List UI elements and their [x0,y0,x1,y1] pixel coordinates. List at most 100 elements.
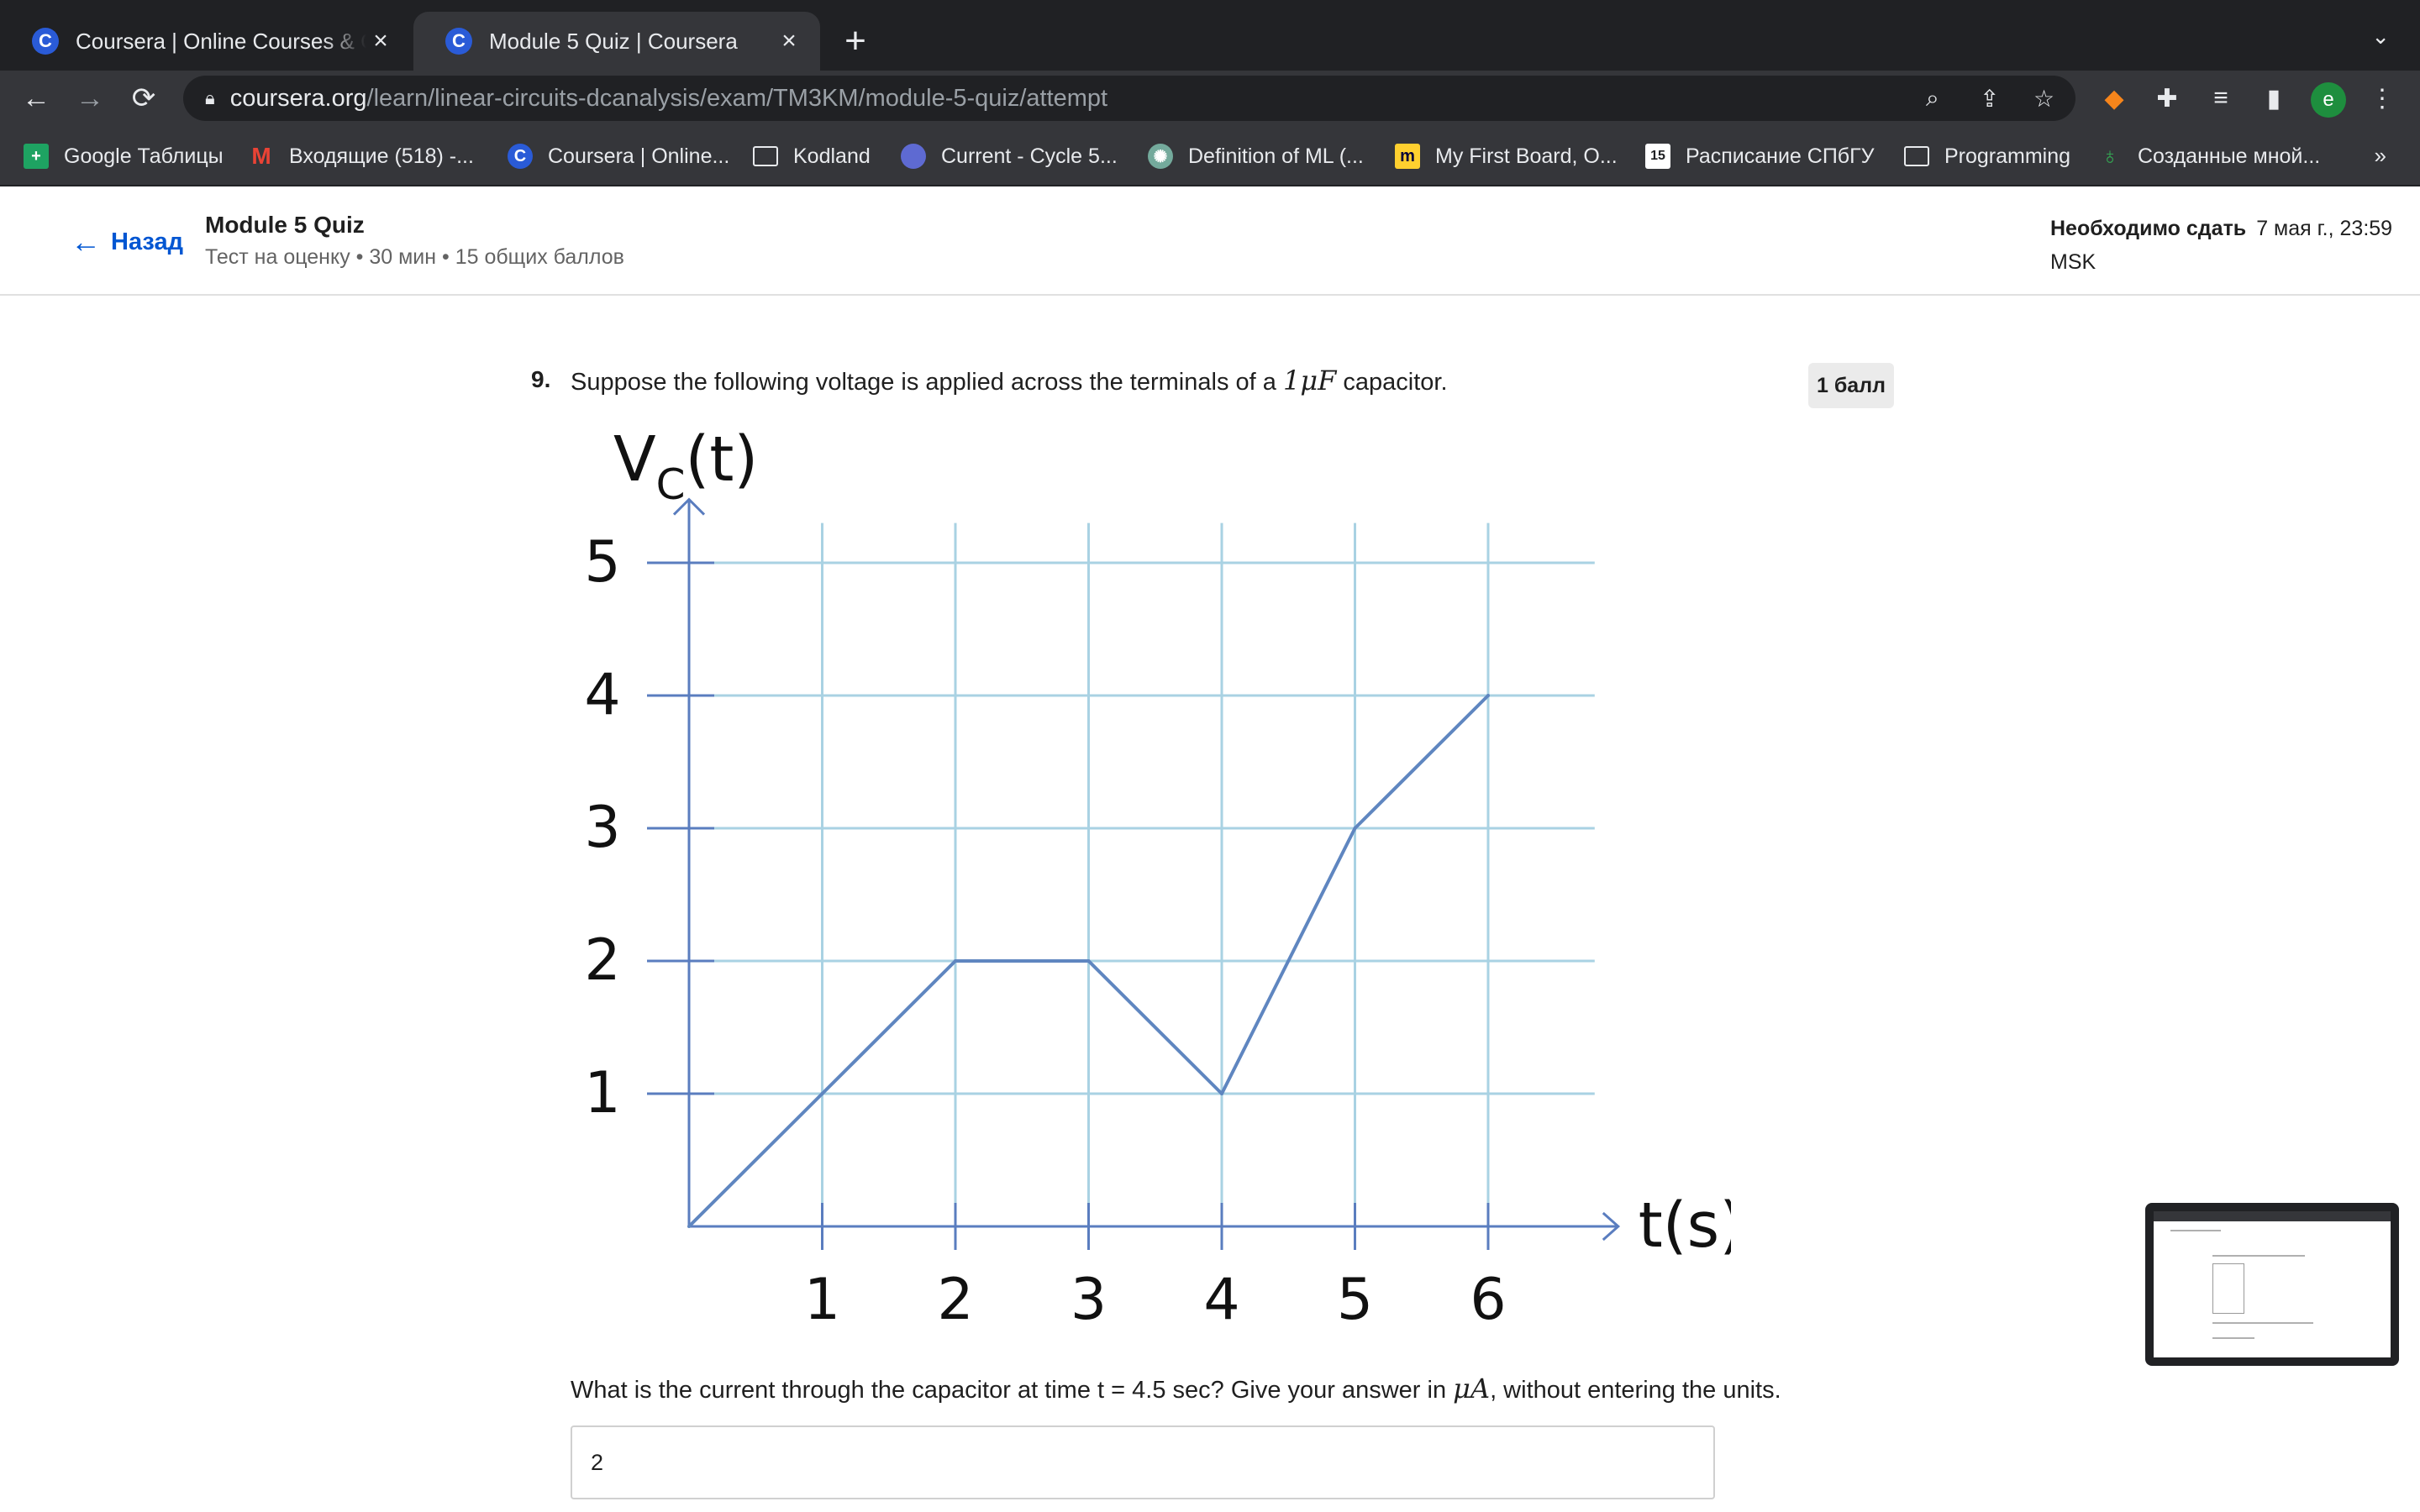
x-tick-label: 5 [1337,1267,1373,1333]
voltage-data-point [687,1225,691,1228]
y-axis-label-tail: (t) [686,423,759,496]
linear-icon [901,144,926,169]
lock-icon: 🔒︎ [205,87,215,108]
x-tick-label: 1 [804,1267,840,1333]
share-icon[interactable]: ⇪ [1980,76,1999,121]
pip-toolbar-preview [2154,1211,2391,1221]
question-number: 9. [531,366,551,392]
bookmark-kodland[interactable]: Kodland [753,126,871,186]
x-tick-label: 2 [937,1267,973,1333]
browser-toolbar: ← → ⟳ 🔒︎ coursera.org/learn/linear-circu… [0,71,2420,126]
quiz-header: ← Назад Module 5 Quiz Тест на оценку • 3… [0,186,2420,296]
coursera-favicon-icon: C [445,28,472,55]
x-axis-label: t(s) [1639,1189,1731,1262]
tab-search-chevron-icon[interactable]: ⌄ [2371,24,2390,50]
voltage-data-point [1486,694,1490,697]
coursera-favicon-icon: C [32,28,59,55]
due-timezone: MSK [2050,250,2096,274]
y-tick-label: 1 [584,1060,620,1126]
bookmark-star-icon[interactable]: ☆ [2033,76,2054,121]
y-tick-label: 4 [584,662,620,728]
miro-icon: m [1395,144,1420,169]
address-bar[interactable]: 🔒︎ coursera.org/learn/linear-circuits-dc… [183,76,2075,121]
points-badge: 1 балл [1808,363,1894,408]
tab-title: Coursera | Online Courses & Credentials [76,28,366,54]
calendar-icon: 15 [1645,144,1670,169]
bookmark-coursera[interactable]: C Coursera | Online... [508,126,729,186]
unit-math: μA [1453,1373,1491,1404]
sheets-icon: + [24,144,49,169]
question-text: Suppose the following voltage is applied… [571,365,1448,396]
back-link[interactable]: ← Назад [71,224,183,260]
y-tick-label: 5 [584,529,620,596]
pip-screen-preview [2154,1211,2391,1357]
bookmark-miro[interactable]: m My First Board, O... [1395,126,1618,186]
due-date: 7 мая г., 23:59 [2256,217,2393,240]
url-text: coursera.org/learn/linear-circuits-dcana… [229,84,1108,112]
due-label: Необходимо сдать [2050,217,2247,240]
x-tick-label: 3 [1071,1267,1107,1333]
tab-coursera-home[interactable]: C Coursera | Online Courses & Credential… [0,12,412,71]
pip-line [2170,1230,2221,1231]
chart-grid [647,522,1595,1226]
answer-input[interactable] [571,1425,1715,1499]
pip-line [2212,1255,2305,1257]
new-tab-icon[interactable]: + [837,20,874,62]
tab-title: Module 5 Quiz | Coursera [489,28,738,54]
bookmark-created-by-me[interactable]: ♁ Созданные мной... [2097,126,2321,186]
y-tick-label: 2 [584,927,620,994]
chart-ticks: 1 2 3 4 5 1 2 3 4 5 6 [584,529,1506,1333]
bookmark-spbu-schedule[interactable]: 15 Расписание СПбГУ [1645,126,1875,186]
bookmarks-overflow-icon[interactable]: » [2375,143,2386,169]
voltage-data-point [1353,827,1357,830]
y-axis-label-sub: C [656,460,686,509]
kebab-menu-icon[interactable]: ⋮ [2365,81,2400,116]
side-panel-icon[interactable]: ▮ [2256,81,2291,116]
pip-line [2212,1322,2313,1324]
tab-close-icon[interactable]: × [775,27,803,55]
voltage-data-point [1220,1092,1223,1095]
chart-axes [672,497,1621,1242]
pip-line [2212,1337,2254,1339]
quiz-meta: Тест на оценку • 30 мин • 15 общих балло… [205,245,624,269]
bookmark-current-cycle[interactable]: Current - Cycle 5... [901,126,1118,186]
x-tick-label: 6 [1470,1267,1506,1333]
tab-module-5-quiz[interactable]: C Module 5 Quiz | Coursera × [413,12,820,71]
profile-avatar[interactable]: e [2311,82,2346,118]
gmail-icon: M [251,143,271,169]
bookmark-gmail[interactable]: M Входящие (518) -... [249,126,474,186]
voltage-data-point [1086,959,1091,963]
folder-icon [753,146,778,166]
leaf-icon: ♁ [2101,143,2119,169]
pip-window-thumbnail[interactable] [2145,1203,2399,1366]
y-tick-label: 3 [584,795,620,861]
capacitance-math: 1μF [1282,365,1337,396]
metamask-extension-icon[interactable]: ◆ [2096,81,2132,116]
bookmark-definition-ml[interactable]: ✺ Definition of ML (... [1148,126,1364,186]
y-axis-label-main: V [613,423,656,496]
forward-arrow-icon[interactable]: → [69,77,111,119]
back-arrow-icon[interactable]: ← [15,77,57,119]
reload-icon[interactable]: ⟳ [123,77,165,119]
folder-icon [1904,146,1929,166]
due-date-block: Необходимо сдать 7 мая г., 23:59 MSK [2050,212,2403,279]
bookmark-google-sheets[interactable]: + Google Таблицы [24,126,224,186]
bookmarks-bar: + Google Таблицы M Входящие (518) -... C… [0,126,2420,186]
extensions-puzzle-icon[interactable]: ✚ [2149,81,2185,116]
arrow-left-icon: ← [71,224,101,259]
voltage-chart: 1 2 3 4 5 1 2 3 4 5 6 VC(t) t(s) [584,423,1731,1333]
zoom-icon[interactable]: ⌕ [1926,76,1939,121]
quiz-title: Module 5 Quiz [205,212,365,238]
media-control-icon[interactable]: ≡ [2203,81,2238,116]
question-prompt: What is the current through the capacito… [571,1373,1781,1404]
tab-strip: C Coursera | Online Courses & Credential… [0,0,2420,71]
openai-icon: ✺ [1148,144,1173,169]
voltage-data-point [954,959,957,963]
bookmark-programming[interactable]: Programming [1904,126,2070,186]
y-axis-label: VC(t) [613,423,758,509]
coursera-icon: C [508,144,533,169]
pip-chart-preview [2212,1263,2244,1314]
voltage-data-point [820,1092,824,1095]
x-tick-label: 4 [1203,1267,1239,1333]
tab-close-icon[interactable]: × [366,27,395,55]
